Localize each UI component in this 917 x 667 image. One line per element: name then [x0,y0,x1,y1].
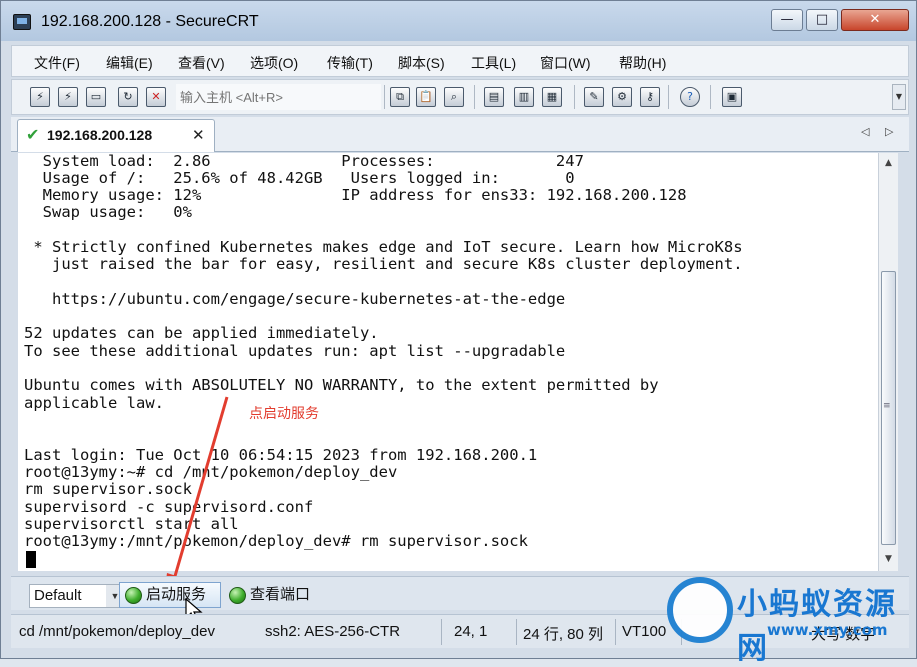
terminal-line: https://ubuntu.com/engage/secure-kuberne… [24,290,566,308]
terminal-line: root@13ymy:~# cd /mnt/pokemon/deploy_dev [24,463,398,481]
green-status-icon [229,587,246,604]
session-options-icon[interactable]: ✎ [584,87,604,107]
status-separator [441,619,442,645]
button-bar-select-value: Default [34,587,82,604]
terminal-line: root@13ymy:/mnt/pokemon/deploy_dev# rm s… [24,532,528,550]
scroll-up-icon[interactable]: ▲ [879,155,898,172]
terminal-line: rm supervisor.sock [24,480,192,498]
host-input[interactable] [176,84,381,110]
menu-edit[interactable]: 编辑(E) [106,53,153,73]
view-ports-label: 查看端口 [250,586,311,603]
menu-bar: 文件(F) 编辑(E) 查看(V) 选项(O) 传输(T) 脚本(S) 工具(L… [11,45,909,77]
terminal-line: System load: 2.86 Processes: 247 [24,153,584,170]
help-icon[interactable]: ? [680,87,700,107]
terminal-line: To see these additional updates run: apt… [24,342,566,360]
toolbar-separator [574,85,575,109]
maximize-button[interactable]: □ [806,9,838,31]
terminal-line: Memory usage: 12% IP address for ens33: … [24,186,687,204]
find-icon[interactable]: ⌕ [444,87,464,107]
terminal-line: Usage of /: 25.6% of 48.42GB Users logge… [24,169,575,187]
chat-icon[interactable]: ▣ [722,87,742,107]
toolbar: ⚡ ⚡ ▭ ↻ ✕ ⧉ 📋 ⌕ ▤ ▥ ▦ ✎ ⚙ ⚷ ? ▣ ▼ [11,79,909,115]
toolbar-overflow-icon[interactable]: ▼ [892,84,906,110]
toolbar-separator [384,85,385,109]
watermark: 小蚂蚁资源网 www.xmy.com [667,573,917,666]
terminal-line: * Strictly confined Kubernetes makes edg… [24,238,743,256]
securecrt-app-icon [13,14,31,30]
tab-next-icon[interactable]: ▷ [885,125,893,138]
annotation-label: 点启动服务 [249,405,319,421]
title-bar[interactable]: 192.168.200.128 - SecureCRT — □ ✕ [1,1,916,41]
tab-close-icon[interactable]: ✕ [192,126,205,144]
menu-view[interactable]: 查看(V) [178,53,225,73]
close-button[interactable]: ✕ [841,9,909,31]
green-status-icon [125,587,142,604]
watermark-logo-icon [667,577,733,643]
toolbar-separator [474,85,475,109]
menu-window[interactable]: 窗口(W) [540,53,591,73]
toolbar-separator [668,85,669,109]
view-ports-button[interactable]: 查看端口 [223,582,323,608]
terminal-line: supervisorctl start all [24,515,239,533]
terminal-output[interactable]: System load: 2.86 Processes: 247 Usage o… [18,153,878,571]
terminal-cursor [26,551,36,568]
connected-check-icon: ✔ [26,125,40,144]
session-tab-label: 192.168.200.128 [47,127,153,143]
terminal-line: just raised the bar for easy, resilient … [24,255,743,273]
printer-icon[interactable]: ▦ [542,87,562,107]
print-screen-icon[interactable]: ▥ [514,87,534,107]
scroll-down-icon[interactable]: ▼ [879,551,898,568]
start-service-button[interactable]: 启动服务 [119,582,221,608]
menu-help[interactable]: 帮助(H) [619,53,666,73]
securecrt-window: 192.168.200.128 - SecureCRT — □ ✕ 文件(F) … [0,0,917,666]
status-terminal-size: 24 行, 80 列 [523,626,604,643]
reconnect-icon[interactable]: ↻ [118,87,138,107]
connect-tab-icon[interactable]: ▭ [86,87,106,107]
minimize-button[interactable]: — [771,9,803,31]
menu-tools[interactable]: 工具(L) [471,53,516,73]
button-bar-select[interactable]: Default ▼ [29,584,125,608]
keymap-icon[interactable]: ⚷ [640,87,660,107]
global-options-icon[interactable]: ⚙ [612,87,632,107]
terminal-scrollbar[interactable]: ▲ ≡ ▼ [878,153,898,571]
print-icon[interactable]: ▤ [484,87,504,107]
scrollbar-grip-icon: ≡ [883,401,891,411]
toolbar-separator [710,85,711,109]
paste-icon[interactable]: 📋 [416,87,436,107]
terminal-line: 52 updates can be applied immediately. [24,324,379,342]
terminal-line: Swap usage: 0% [24,203,192,221]
terminal-line: supervisord -c supervisord.conf [24,498,314,516]
status-cursor-position: 24, 1 [454,623,488,640]
status-separator [516,619,517,645]
menu-options[interactable]: 选项(O) [250,53,298,73]
status-cipher: ssh2: AES-256-CTR [265,623,401,640]
tab-prev-icon[interactable]: ◁ [861,125,869,138]
terminal-line: Ubuntu comes with ABSOLUTELY NO WARRANTY… [24,376,659,394]
session-tab[interactable]: ✔ 192.168.200.128 ✕ [17,119,215,152]
connect-icon[interactable]: ⚡ [30,87,50,107]
quick-connect-icon[interactable]: ⚡ [58,87,78,107]
copy-icon[interactable]: ⧉ [390,87,410,107]
terminal-line: Last login: Tue Oct 10 06:54:15 2023 fro… [24,446,538,464]
menu-script[interactable]: 脚本(S) [398,53,445,73]
session-tab-bar: ✔ 192.168.200.128 ✕ ◁ ▷ [11,117,909,152]
status-emulation: VT100 [622,623,667,640]
watermark-url: www.xmy.com [767,621,888,639]
status-separator [615,619,616,645]
status-command: cd /mnt/pokemon/deploy_dev [19,623,215,640]
terminal-line: applicable law. [24,394,164,412]
menu-file[interactable]: 文件(F) [34,53,80,73]
menu-transfer[interactable]: 传输(T) [327,53,373,73]
disconnect-icon[interactable]: ✕ [146,87,166,107]
window-title: 192.168.200.128 - SecureCRT [41,13,259,30]
